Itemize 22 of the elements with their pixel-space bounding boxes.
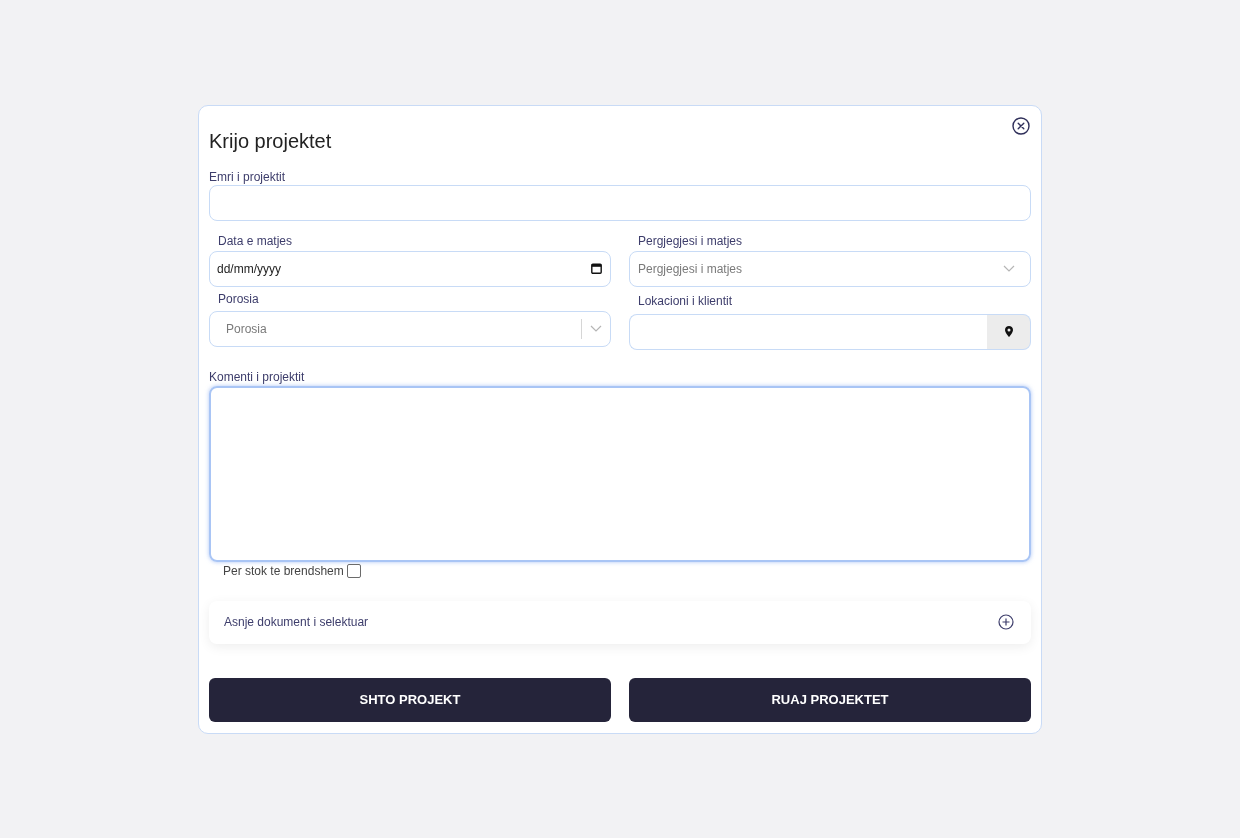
- field-label: Data e matjes: [218, 232, 293, 250]
- action-button[interactable]: SHTO PROJEKT: [209, 677, 611, 722]
- text-field[interactable]: [209, 184, 1031, 221]
- select-field[interactable]: Pergjegjesi i matjes: [629, 250, 1031, 287]
- document-status-text: Asnje dokument i selektuar: [224, 614, 369, 631]
- date-field[interactable]: dd/mm/yyyy: [209, 250, 611, 287]
- plus-circle-icon[interactable]: [998, 614, 1014, 630]
- field-label: Komenti i projektit: [209, 368, 305, 385]
- action-button[interactable]: RUAJ PROJEKTET: [629, 677, 1031, 722]
- field-label: Pergjegjesi i matjes: [638, 232, 743, 250]
- checkbox-label: Per stok te brendshem: [223, 562, 344, 580]
- field-label: Lokacioni i klientit: [638, 292, 733, 310]
- dialog-title: Krijo projektet: [209, 128, 332, 154]
- field-label: Porosia: [218, 290, 259, 308]
- chevron-down-icon: [590, 325, 602, 332]
- select-field[interactable]: Porosia: [209, 310, 611, 347]
- comment-field[interactable]: [209, 385, 1031, 562]
- field-label: Emri i projektit: [209, 168, 285, 185]
- calendar-icon[interactable]: [591, 262, 602, 274]
- checkbox[interactable]: [346, 563, 361, 578]
- chevron-down-icon: [1003, 265, 1015, 272]
- close-icon[interactable]: [1012, 116, 1030, 135]
